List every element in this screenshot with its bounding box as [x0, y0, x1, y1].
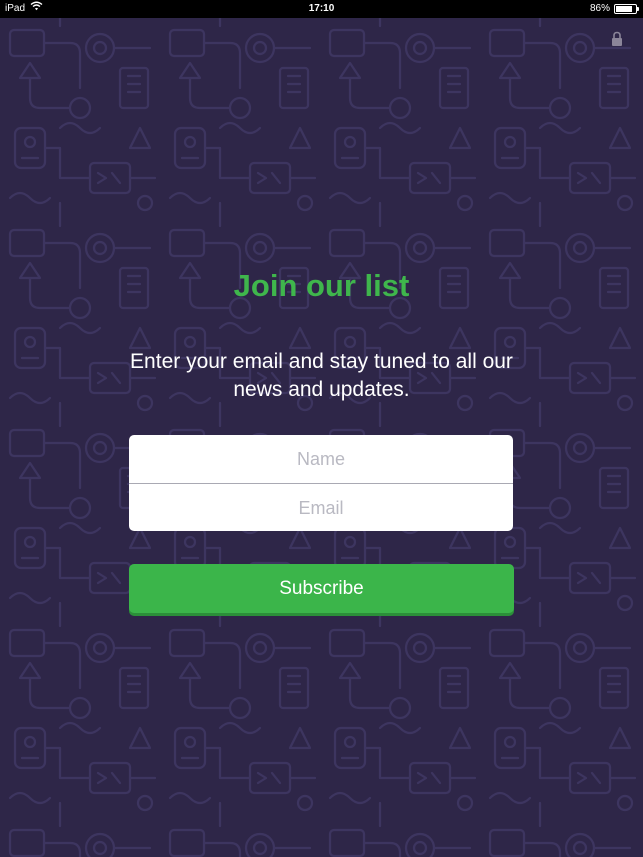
name-input[interactable]: [129, 435, 513, 483]
battery-percent: 86%: [589, 3, 610, 14]
status-right: 86%: [589, 0, 639, 18]
status-time: 17:10: [308, 3, 335, 14]
email-input[interactable]: [129, 484, 513, 531]
battery-level: [616, 6, 632, 12]
lock-icon[interactable]: [611, 31, 623, 52]
battery-icon: [614, 4, 639, 14]
page-subtitle: Enter your email and stay tuned to all o…: [130, 350, 513, 401]
page-title: Join our list: [233, 268, 410, 303]
subscribe-button[interactable]: Subscribe: [129, 564, 514, 613]
signup-form: [129, 435, 513, 531]
status-bar: iPad 17:10 86%: [0, 0, 643, 18]
